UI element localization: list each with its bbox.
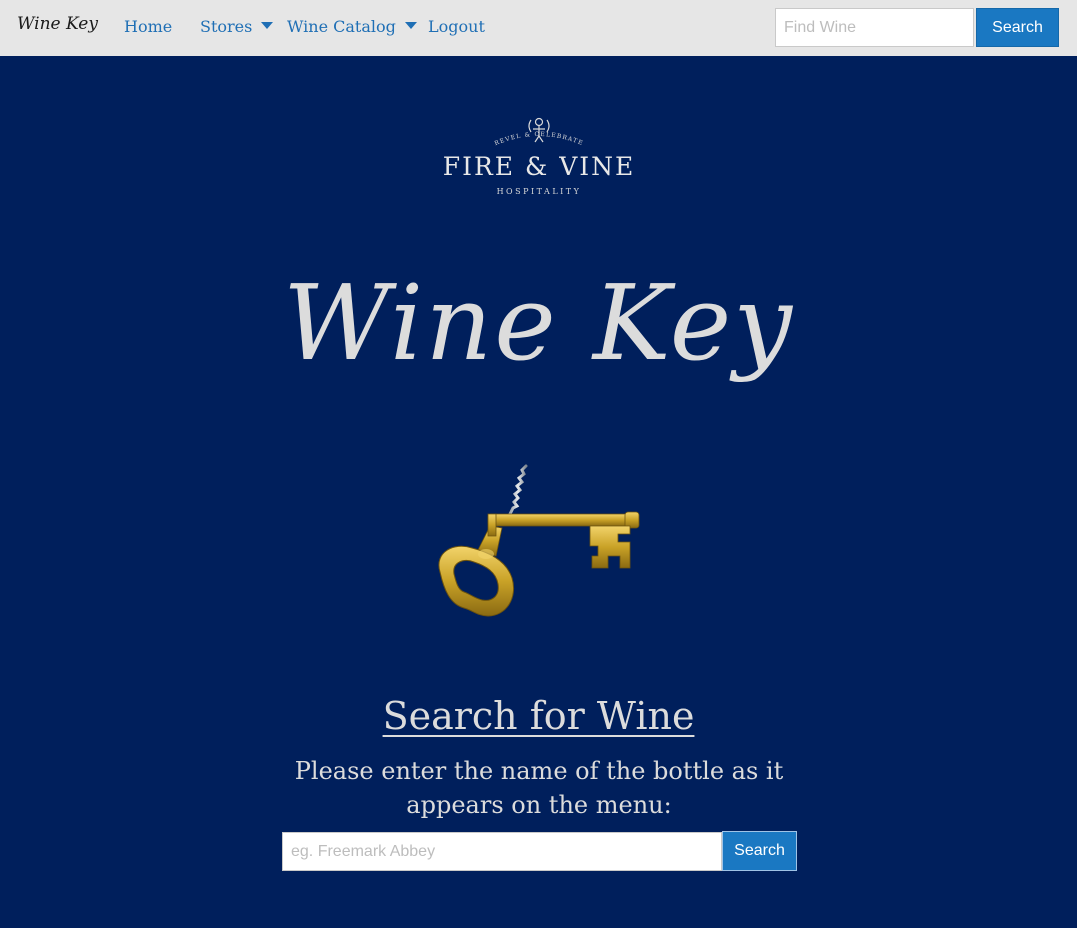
emblem-icon: [528, 117, 550, 143]
fire-and-vine-logo: REVEL & CELEBRATE FIRE & VINE HOSPITALIT…: [443, 117, 636, 196]
caret-down-icon: [404, 22, 417, 29]
corkscrew-key-icon: [438, 464, 640, 617]
nav-logout-label: Logout: [428, 17, 485, 36]
nav-wine-catalog-label: Wine Catalog: [287, 17, 396, 36]
search-instruction-text: Please enter the name of the bottle as i…: [294, 757, 784, 819]
top-navbar: Wine Key Home Stores Wine Catalog Logout…: [0, 0, 1077, 56]
brand-logo-link[interactable]: Wine Key: [17, 14, 98, 34]
hero-title: Wine Key: [282, 262, 795, 384]
nav-stores-dropdown[interactable]: Stores: [200, 17, 274, 36]
wine-search-button[interactable]: Search: [722, 831, 797, 871]
wine-search-input[interactable]: [282, 832, 722, 871]
caret-down-icon: [261, 22, 274, 29]
find-wine-input[interactable]: [775, 8, 974, 47]
logo-top-text: REVEL & CELEBRATE: [493, 131, 583, 147]
logo-sub-text: HOSPITALITY: [497, 187, 582, 196]
nav-home-label: Home: [124, 17, 173, 36]
nav-stores-label: Stores: [200, 17, 253, 36]
search-section-heading: Search for Wine: [382, 694, 695, 738]
svg-text:REVEL & CELEBRATE: REVEL & CELEBRATE: [493, 131, 584, 147]
nav-logout-link[interactable]: Logout: [428, 17, 485, 36]
nav-wine-catalog-dropdown[interactable]: Wine Catalog: [287, 17, 417, 36]
logo-name-text: FIRE & VINE: [443, 152, 636, 181]
top-search-button[interactable]: Search: [976, 8, 1059, 47]
nav-home-link[interactable]: Home: [124, 17, 172, 36]
